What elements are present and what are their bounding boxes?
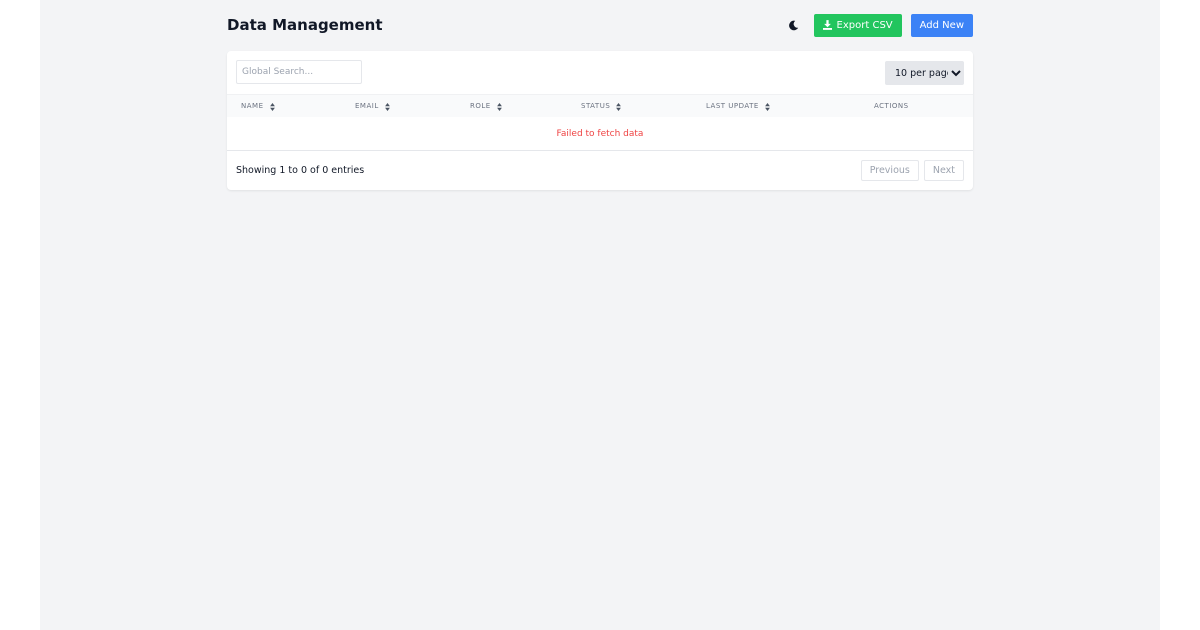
moon-icon[interactable] — [786, 17, 802, 33]
table-header: NAME EMAIL ROLE STATUS LAST UPDATE ACTIO… — [227, 94, 973, 117]
sort-icon[interactable] — [269, 102, 275, 111]
column-header-role[interactable]: ROLE — [470, 95, 502, 118]
column-header-status[interactable]: STATUS — [581, 95, 622, 118]
previous-button[interactable]: Previous — [860, 160, 919, 181]
sort-icon[interactable] — [616, 102, 622, 111]
entries-summary: Showing 1 to 0 of 0 entries — [236, 165, 365, 176]
page-header: Data Management Export CSV Add New — [227, 13, 973, 37]
column-header-email[interactable]: EMAIL — [355, 95, 390, 118]
column-header-actions: ACTIONS — [874, 102, 909, 110]
header-actions: Export CSV Add New — [786, 13, 973, 37]
add-new-button[interactable]: Add New — [910, 13, 973, 37]
column-header-name[interactable]: NAME — [241, 95, 275, 118]
next-button[interactable]: Next — [923, 160, 964, 181]
export-csv-button[interactable]: Export CSV — [813, 13, 902, 37]
pagination: Previous Next — [856, 160, 964, 181]
download-icon — [822, 20, 832, 30]
export-csv-label: Export CSV — [836, 19, 893, 31]
data-table-card: 10 per page NAME EMAIL ROLE — [227, 51, 973, 190]
sort-icon[interactable] — [764, 102, 770, 111]
add-new-label: Add New — [919, 19, 964, 31]
column-header-last-update[interactable]: LAST UPDATE — [706, 95, 770, 118]
per-page-select[interactable]: 10 per page — [885, 61, 964, 85]
page-background: Data Management Export CSV Add New Globa… — [40, 0, 1160, 630]
sort-icon[interactable] — [384, 102, 390, 111]
sort-icon[interactable] — [496, 102, 502, 111]
page-title: Data Management — [227, 16, 383, 34]
error-message: Failed to fetch data — [227, 117, 973, 151]
global-search-input[interactable] — [236, 60, 362, 84]
